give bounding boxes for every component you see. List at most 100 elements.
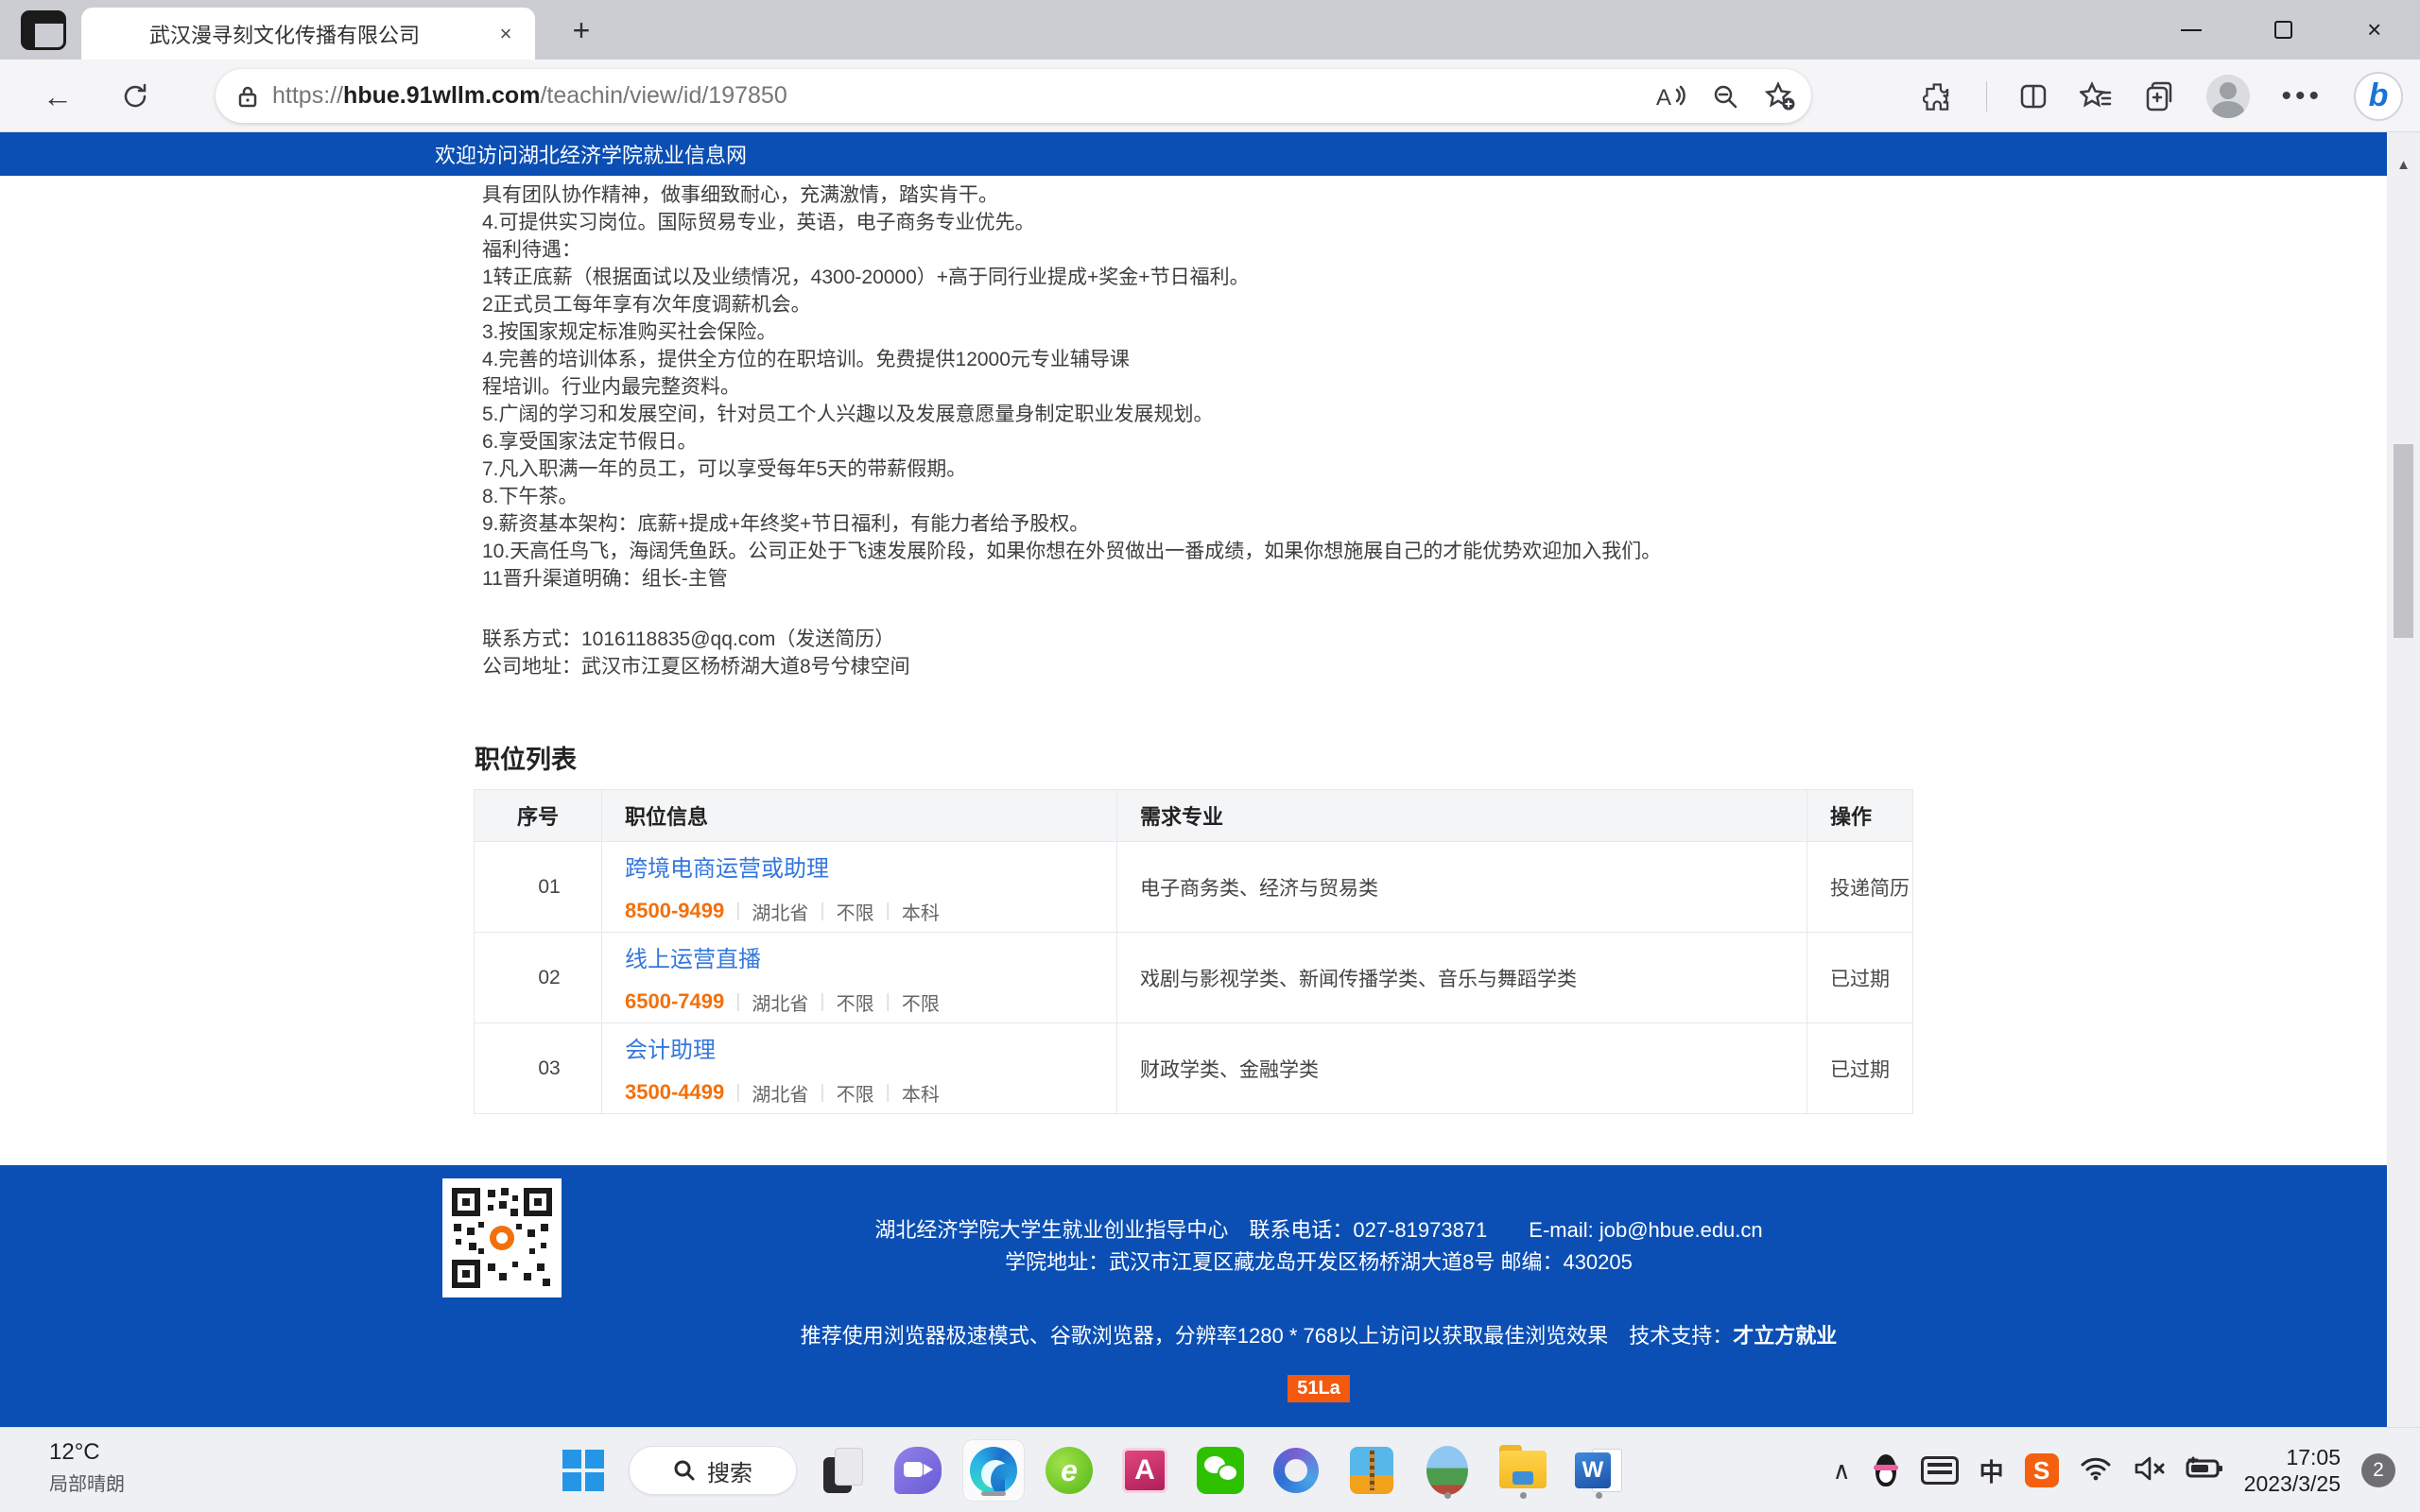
s-app-tray-icon[interactable]: S xyxy=(2025,1453,2059,1487)
meta-separator: | xyxy=(820,1082,824,1104)
touch-keyboard-icon[interactable] xyxy=(1921,1456,1959,1485)
app-video-chat[interactable] xyxy=(888,1440,948,1501)
extensions-icon[interactable] xyxy=(1923,80,1955,112)
weather-widget[interactable]: 12°C 局部晴朗 xyxy=(49,1439,125,1496)
browser-tab[interactable]: 武汉漫寻刻文化传播有限公司 × xyxy=(81,8,535,60)
scroll-up-arrow[interactable]: ▲ xyxy=(2387,157,2420,173)
wechat-icon xyxy=(1197,1447,1244,1494)
access-icon: A xyxy=(1122,1448,1167,1493)
address-bar[interactable]: https://hbue.91wllm.com/teachin/view/id/… xyxy=(216,69,1811,123)
meta-separator: | xyxy=(886,991,890,1013)
app-access[interactable]: A xyxy=(1115,1440,1175,1501)
ime-language-icon[interactable]: 中 xyxy=(1979,1453,2004,1488)
meta-separator: | xyxy=(735,991,740,1013)
taskbar-clock[interactable]: 17:05 2023/3/25 xyxy=(2244,1444,2341,1497)
zip-tool-icon xyxy=(1350,1447,1393,1494)
job-majors: 电子商务类、经济与贸易类 xyxy=(1117,842,1807,933)
tray-chevron-up-icon[interactable]: ∧ xyxy=(1833,1456,1851,1486)
close-button[interactable]: × xyxy=(2328,0,2420,60)
bing-chat-icon[interactable]: b xyxy=(2354,72,2403,121)
favorites-icon[interactable] xyxy=(2080,81,2112,112)
tech-support-link[interactable]: 才立方就业 xyxy=(1733,1324,1837,1348)
minimize-icon xyxy=(2181,29,2202,31)
company-address: 公司地址：武汉市江夏区杨桥湖大道8号兮棣空间 xyxy=(482,651,910,679)
article-line: 6.享受国家法定节假日。 xyxy=(482,426,1661,454)
volume-muted-icon[interactable] xyxy=(2133,1455,2165,1486)
split-screen-icon[interactable] xyxy=(2018,81,2048,112)
taskbar-search[interactable]: 搜索 xyxy=(629,1446,797,1495)
site-banner: 欢迎访问湖北经济学院就业信息网 xyxy=(0,132,2387,176)
job-title-link[interactable]: 会计助理 xyxy=(625,1031,1116,1064)
article-line: 福利待遇： xyxy=(482,234,1661,262)
app-file-explorer[interactable] xyxy=(1493,1440,1553,1501)
profile-avatar[interactable] xyxy=(2206,75,2250,118)
edge-browser-window: 武汉漫寻刻文化传播有限公司 × + × ← https://hbue.91wll… xyxy=(0,0,2420,1512)
zoom-out-icon[interactable] xyxy=(1711,82,1739,111)
job-experience: 不限 xyxy=(837,988,874,1016)
meta-separator: | xyxy=(886,901,890,922)
back-button[interactable]: ← xyxy=(38,77,78,116)
column-header-no: 序号 xyxy=(475,790,602,842)
notification-count-badge[interactable]: 2 xyxy=(2361,1453,2395,1487)
job-meta: 8500-9499 | 湖北省 | 不限 | 本科 xyxy=(625,898,1116,925)
51la-stats-badge[interactable]: 51La xyxy=(1288,1375,1350,1402)
app-zip-tool[interactable] xyxy=(1341,1440,1402,1501)
minimize-button[interactable] xyxy=(2146,0,2238,60)
browser-titlebar: 武汉漫寻刻文化传播有限公司 × + × xyxy=(0,0,2420,60)
start-button[interactable] xyxy=(553,1440,614,1501)
job-title-link[interactable]: 线上运营直播 xyxy=(625,940,1116,973)
weather-temperature: 12°C xyxy=(49,1439,125,1466)
maximize-button[interactable] xyxy=(2238,0,2329,60)
job-experience: 不限 xyxy=(837,898,874,925)
tab-actions-menu-icon[interactable] xyxy=(21,10,66,50)
page-scrollbar[interactable]: ▲ xyxy=(2387,132,2420,1427)
scrollbar-thumb[interactable] xyxy=(2394,444,2413,638)
job-salary: 6500-7499 xyxy=(625,989,724,1014)
search-icon xyxy=(673,1459,696,1482)
refresh-button[interactable] xyxy=(115,77,155,116)
collections-icon[interactable] xyxy=(2143,80,2175,112)
wifi-icon[interactable] xyxy=(2080,1455,2112,1486)
read-aloud-icon[interactable]: A xyxy=(1654,82,1686,111)
app-word[interactable]: W xyxy=(1568,1440,1629,1501)
job-region: 湖北省 xyxy=(752,1079,808,1107)
article-line: 10.天高任鸟飞，海阔凭鱼跃。公司正处于飞速发展阶段，如果你想在外贸做出一番成绩… xyxy=(482,536,1661,563)
meta-separator: | xyxy=(886,1082,890,1104)
job-majors: 戏剧与影视学类、新闻传播学类、音乐与舞蹈学类 xyxy=(1117,933,1807,1023)
apply-resume-link[interactable]: 投递简历 xyxy=(1830,878,1910,900)
job-title-link[interactable]: 跨境电商运营或助理 xyxy=(625,850,1116,883)
add-favorite-icon[interactable] xyxy=(1764,81,1796,112)
job-degree: 本科 xyxy=(902,898,940,925)
settings-menu-icon[interactable]: ••• xyxy=(2281,80,2323,112)
lock-icon xyxy=(236,84,259,109)
tab-close-icon[interactable]: × xyxy=(492,20,520,48)
job-salary: 8500-9499 xyxy=(625,899,724,923)
job-meta: 3500-4499 | 湖北省 | 不限 | 本科 xyxy=(625,1079,1116,1107)
column-header-action: 操作 xyxy=(1807,790,1913,842)
article-line: 11晋升渠道明确：组长-主管 xyxy=(482,563,1661,591)
app-photos[interactable] xyxy=(1417,1440,1478,1501)
new-tab-button[interactable]: + xyxy=(562,11,601,49)
photos-icon xyxy=(1426,1446,1468,1495)
article-line: 程培训。行业内最完整资料。 xyxy=(482,371,1661,399)
file-explorer-icon xyxy=(1499,1451,1547,1490)
expired-label: 已过期 xyxy=(1830,1059,1890,1081)
meta-separator: | xyxy=(735,901,740,922)
qq-tray-icon[interactable] xyxy=(1872,1452,1900,1488)
app-microsoft365[interactable] xyxy=(1266,1440,1326,1501)
footer-org-line: 湖北经济学院大学生就业创业指导中心 联系电话：027-81973871 E-ma… xyxy=(567,1214,2070,1246)
column-header-info: 职位信息 xyxy=(602,790,1117,842)
table-row: 03 会计助理 3500-4499 | 湖北省 | 不限 | 本科 xyxy=(475,1023,1913,1114)
article-line: 4.可提供实习岗位。国际贸易专业，英语，电子商务专业优先。 xyxy=(482,207,1661,234)
app-360-browser[interactable]: e xyxy=(1039,1440,1099,1501)
app-dark-window[interactable] xyxy=(812,1440,873,1501)
360-browser-icon: e xyxy=(1046,1447,1093,1494)
app-wechat[interactable] xyxy=(1190,1440,1251,1501)
job-list-table: 序号 职位信息 需求专业 操作 01 跨境电商运营或助理 8500-9499 |… xyxy=(474,789,1913,1114)
article-line: 3.按国家规定标准购买社会保险。 xyxy=(482,317,1661,344)
battery-charging-icon[interactable] xyxy=(2186,1456,2223,1486)
app-edge[interactable] xyxy=(963,1440,1024,1501)
site-footer: 湖北经济学院大学生就业创业指导中心 联系电话：027-81973871 E-ma… xyxy=(0,1165,2387,1427)
job-experience: 不限 xyxy=(837,1079,874,1107)
article-line: 2正式员工每年享有次年度调薪机会。 xyxy=(482,289,1661,317)
